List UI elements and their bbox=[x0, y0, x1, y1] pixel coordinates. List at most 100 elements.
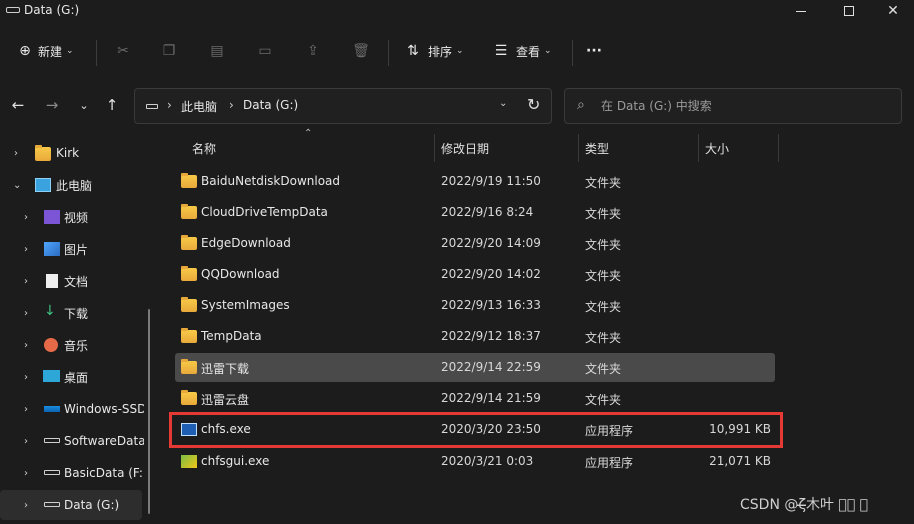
share-button[interactable]: ⇪ bbox=[304, 38, 322, 64]
file-type: 文件夹 bbox=[585, 207, 622, 221]
sort-label: 排序 bbox=[428, 44, 453, 59]
rename-button[interactable]: ▭ bbox=[256, 38, 274, 64]
sort-button[interactable]: ⇅ 排序 ⌄ bbox=[404, 38, 463, 64]
close-button[interactable]: ✕ bbox=[870, 0, 914, 22]
column-header-type[interactable]: 类型 bbox=[585, 140, 609, 164]
arrow-up-icon: ↑ bbox=[105, 96, 119, 114]
file-row[interactable]: SystemImages 2022/9/13 16:33 文件夹 bbox=[175, 291, 775, 320]
file-row[interactable]: BaiduNetdiskDownload 2022/9/19 11:50 文件夹 bbox=[175, 167, 775, 196]
title-bar: Data (G:) ✕ bbox=[0, 0, 914, 22]
chevron-right-icon[interactable]: › bbox=[24, 372, 28, 383]
watermark-text: CSDN @ζ̶̶̶̶̶木叶 ⃢⃢ ⃢ bbox=[740, 497, 869, 513]
chevron-down-icon: ⌄ bbox=[79, 98, 89, 112]
chevron-down-icon[interactable]: ⌄ bbox=[13, 180, 21, 191]
sidebar-scrollbar[interactable] bbox=[148, 309, 150, 514]
file-row[interactable]: CloudDriveTempData 2022/9/16 8:24 文件夹 bbox=[175, 198, 775, 227]
sidebar-item-softwaredata[interactable]: › SoftwareData bbox=[0, 426, 145, 456]
sidebar-item-documents[interactable]: › 文档 bbox=[0, 266, 145, 296]
chevron-right-icon[interactable]: › bbox=[24, 212, 28, 223]
chevron-right-icon[interactable]: › bbox=[14, 148, 18, 159]
copy-icon: ❐ bbox=[162, 43, 176, 59]
view-button[interactable]: ☰ 查看 ⌄ bbox=[492, 38, 552, 64]
sidebar-item-this-pc[interactable]: ⌄ 此电脑 bbox=[0, 170, 145, 200]
chevron-right-icon[interactable]: › bbox=[24, 468, 28, 479]
drive-icon bbox=[146, 104, 158, 109]
folder-icon bbox=[181, 297, 197, 312]
column-divider[interactable] bbox=[778, 134, 779, 162]
file-type: 文件夹 bbox=[585, 269, 622, 283]
file-row[interactable]: 迅雷云盘 2022/9/14 21:59 文件夹 bbox=[175, 384, 775, 413]
paste-button[interactable]: ▤ bbox=[208, 38, 226, 64]
file-row[interactable]: EdgeDownload 2022/9/20 14:09 文件夹 bbox=[175, 229, 775, 258]
column-header-date[interactable]: 修改日期 bbox=[441, 140, 489, 164]
arrow-right-icon: → bbox=[45, 96, 59, 114]
sidebar-item-windows-ssd[interactable]: › Windows-SSD bbox=[0, 394, 145, 424]
forward-button[interactable]: → bbox=[40, 93, 64, 117]
sidebar-item-music[interactable]: › 音乐 bbox=[0, 330, 145, 360]
chevron-right-icon[interactable]: › bbox=[24, 500, 28, 511]
file-row[interactable]: chfsgui.exe 2020/3/21 0:03 应用程序 21,071 K… bbox=[175, 447, 775, 476]
copy-button[interactable]: ❐ bbox=[160, 38, 178, 64]
new-button[interactable]: ⊕ 新建 ⌄ bbox=[16, 38, 74, 64]
breadcrumb-this-pc[interactable]: 此电脑 bbox=[181, 98, 217, 115]
column-divider[interactable] bbox=[698, 134, 699, 162]
chevron-right-icon[interactable]: › bbox=[24, 340, 28, 351]
sidebar-item-label: 文档 bbox=[64, 274, 89, 289]
sidebar-item-basicdata[interactable]: › BasicData (F:) bbox=[0, 458, 145, 488]
command-bar: ⊕ 新建 ⌄ ✂ ❐ ▤ ▭ ⇪ 🗑 ⇅ 排序 ⌄ ☰ 查看 ⌄ ··· bbox=[0, 26, 914, 76]
folder-icon bbox=[181, 328, 197, 343]
sidebar-item-videos[interactable]: › 视频 bbox=[0, 202, 145, 232]
maximize-button[interactable] bbox=[826, 0, 872, 22]
column-header-name[interactable]: 名称 bbox=[192, 140, 216, 164]
address-dropdown-icon[interactable]: ⌄ bbox=[499, 98, 507, 109]
up-button[interactable]: ↑ bbox=[100, 93, 124, 117]
more-options-button[interactable]: ··· bbox=[586, 38, 602, 64]
delete-button[interactable]: 🗑 bbox=[352, 38, 370, 64]
file-date: 2022/9/20 14:02 bbox=[441, 267, 541, 281]
folder-icon bbox=[35, 145, 51, 161]
sidebar-item-label: 桌面 bbox=[64, 370, 89, 385]
sidebar-item-data-g[interactable]: › Data (G:) bbox=[0, 490, 142, 520]
file-name: SystemImages bbox=[201, 298, 290, 312]
address-bar[interactable]: › 此电脑 › Data (G:) ⌄ ↻ bbox=[134, 88, 552, 124]
file-row[interactable]: QQDownload 2022/9/20 14:02 文件夹 bbox=[175, 260, 775, 289]
chevron-right-icon: › bbox=[229, 98, 234, 112]
chevron-right-icon[interactable]: › bbox=[24, 276, 28, 287]
column-divider[interactable] bbox=[434, 134, 435, 162]
folder-icon bbox=[181, 359, 197, 374]
sidebar-item-desktop[interactable]: › 桌面 bbox=[0, 362, 145, 392]
window-title: Data (G:) bbox=[24, 3, 80, 17]
chevron-right-icon[interactable]: › bbox=[24, 244, 28, 255]
sidebar-item-kirk[interactable]: › Kirk bbox=[0, 138, 145, 168]
file-type: 文件夹 bbox=[585, 176, 622, 190]
sidebar-item-pictures[interactable]: › 图片 bbox=[0, 234, 145, 264]
video-icon bbox=[44, 210, 60, 224]
file-name: 迅雷云盘 bbox=[201, 393, 250, 407]
chevron-right-icon[interactable]: › bbox=[24, 436, 28, 447]
file-row-selected[interactable]: 迅雷下载 2022/9/14 22:59 文件夹 bbox=[175, 353, 775, 382]
column-divider[interactable] bbox=[578, 134, 579, 162]
column-header-size[interactable]: 大小 bbox=[705, 140, 729, 164]
more-icon: ··· bbox=[586, 43, 602, 59]
chevron-right-icon[interactable]: › bbox=[24, 308, 28, 319]
file-type: 文件夹 bbox=[585, 331, 622, 345]
sidebar-item-label: 此电脑 bbox=[56, 178, 93, 193]
file-name: 迅雷下载 bbox=[201, 362, 250, 376]
chevron-right-icon[interactable]: › bbox=[24, 404, 28, 415]
refresh-icon[interactable]: ↻ bbox=[527, 95, 540, 114]
file-row[interactable]: TempData 2022/9/12 18:37 文件夹 bbox=[175, 322, 775, 351]
sidebar-item-downloads[interactable]: › ↓ 下载 bbox=[0, 298, 145, 328]
breadcrumb-data-drive[interactable]: Data (G:) bbox=[243, 98, 298, 112]
file-date: 2022/9/14 22:59 bbox=[441, 360, 541, 374]
recent-locations-button[interactable]: ⌄ bbox=[72, 93, 96, 117]
music-icon bbox=[44, 338, 58, 352]
chevron-down-icon: ⌄ bbox=[66, 46, 74, 56]
sidebar-item-label: 视频 bbox=[64, 210, 89, 225]
back-button[interactable]: ← bbox=[6, 93, 30, 117]
search-box[interactable]: ⌕ bbox=[564, 88, 902, 124]
sidebar-item-label: Data (G:) bbox=[64, 498, 120, 512]
minimize-button[interactable] bbox=[778, 0, 824, 22]
file-size: 21,071 KB bbox=[709, 454, 771, 468]
search-input[interactable] bbox=[601, 97, 891, 115]
cut-button[interactable]: ✂ bbox=[114, 38, 132, 64]
